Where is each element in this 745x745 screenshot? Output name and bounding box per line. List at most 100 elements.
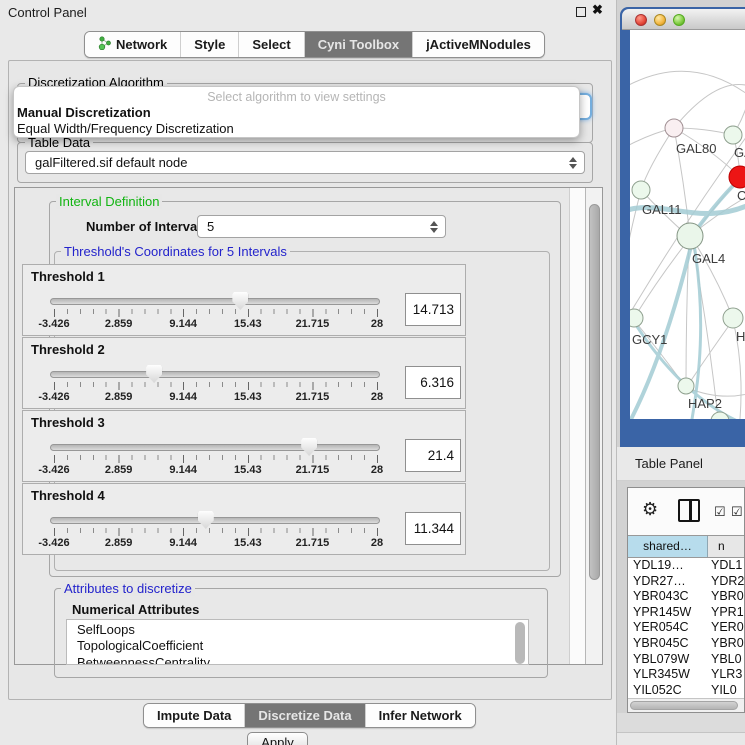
tab-discretize-data[interactable]: Discretize Data (245, 704, 365, 727)
threshold-4-slider-thumb[interactable] (198, 511, 214, 529)
table-row[interactable]: YPR145WYPR1 (628, 605, 744, 621)
table-row[interactable]: YDL19…YDL1 (628, 558, 744, 574)
zoom-traffic-light-icon[interactable] (673, 14, 685, 26)
threshold-3-title: Threshold 3 (31, 415, 105, 430)
cell: YPR145W (628, 605, 708, 621)
network-canvas[interactable]: GAL80 GA C GAL11 GAL4 GCY1 H HAP2 (630, 30, 745, 419)
threshold-3-slider-track[interactable] (50, 444, 380, 451)
list-item[interactable]: TopologicalCoefficient (67, 637, 528, 654)
node-partial-top[interactable] (724, 126, 742, 144)
close-traffic-light-icon[interactable] (635, 14, 647, 26)
table-panel-title: Table Panel (635, 456, 703, 471)
node-gal11[interactable] (632, 181, 650, 199)
table-row[interactable]: YBR045CYBR0 (628, 636, 744, 652)
table-data-combobox[interactable]: galFiltered.sif default node (25, 151, 585, 174)
column-header-shared-name[interactable]: shared… (628, 536, 708, 557)
vertical-scrollbar[interactable] (585, 188, 602, 664)
tick-label: 2.859 (105, 464, 133, 476)
slider-major-ticks (54, 455, 378, 463)
threshold-2-value-field[interactable]: 6.316 (405, 366, 461, 399)
tab-jactivemnodules[interactable]: jActiveMNodules (413, 32, 544, 57)
threshold-1-slider-thumb[interactable] (232, 292, 248, 310)
vertical-scrollbar-thumb[interactable] (589, 204, 600, 580)
dropdown-option-equal-width[interactable]: Equal Width/Frequency Discretization (14, 120, 579, 136)
control-panel: Control Panel ✖ Network Style Sel (0, 0, 617, 745)
threshold-1-slider-track[interactable] (50, 298, 380, 305)
apply-button[interactable]: Apply (247, 732, 308, 745)
tab-style[interactable]: Style (181, 32, 239, 57)
scroll-viewport-gap (569, 188, 585, 664)
table-row[interactable]: YBR043CYBR0 (628, 589, 744, 605)
tick-label: 21.715 (296, 464, 330, 476)
horizontal-scrollbar[interactable] (628, 698, 744, 712)
tick-label: 9.144 (169, 391, 197, 403)
cyni-panel: Discretization Algorithm Select algorith… (8, 60, 612, 700)
node-label: GAL11 (642, 202, 682, 217)
tick-label: 28 (371, 318, 383, 330)
node-gcy1[interactable] (630, 309, 643, 327)
bottom-right-strip (617, 733, 745, 745)
tab-network[interactable]: Network (85, 32, 181, 57)
stepper-arrows-icon (569, 157, 577, 169)
node-partial-right[interactable] (723, 308, 743, 328)
node-label: H (736, 329, 745, 344)
threshold-3-slider-thumb[interactable] (301, 438, 317, 456)
threshold-2-slider-thumb[interactable] (146, 365, 162, 383)
tab-cyni-toolbox[interactable]: Cyni Toolbox (305, 32, 413, 57)
slider-tick-labels: -3.4262.8599.14415.4321.71528 (50, 537, 380, 550)
checkbox-icon[interactable]: ☑ (714, 504, 726, 520)
node-partial-bottom[interactable] (711, 412, 729, 419)
slider-major-ticks (54, 528, 378, 536)
network-window-titlebar[interactable] (622, 9, 745, 30)
threshold-3-panel: Threshold 3 -3.4262.8599.14415.4321.7152… (22, 410, 466, 482)
table-body: YDL19…YDL1 YDR27…YDR2 YBR043CYBR0 YPR145… (628, 558, 744, 698)
numerical-attributes-list: SelfLoops TopologicalCoefficient Between… (66, 619, 529, 665)
top-tab-bar: Network Style Select Cyni Toolbox jActiv… (84, 31, 545, 58)
list-scrollbar-thumb[interactable] (515, 622, 525, 664)
table-row[interactable]: YBL079WYBL0 (628, 652, 744, 668)
horizontal-scrollbar-thumb[interactable] (630, 701, 738, 710)
float-window-icon[interactable] (576, 7, 586, 17)
node-hap2[interactable] (678, 378, 694, 394)
threshold-2-slider-track[interactable] (50, 371, 380, 378)
tab-label: Discretize Data (258, 708, 351, 723)
column-header-name[interactable]: n (708, 536, 744, 557)
tab-select[interactable]: Select (239, 32, 304, 57)
minimize-traffic-light-icon[interactable] (654, 14, 666, 26)
table-row[interactable]: YER054CYER0 (628, 620, 744, 636)
tick-label: 28 (371, 464, 383, 476)
node-label: GAL80 (676, 141, 716, 156)
table-row[interactable]: YLR345WYLR3 (628, 667, 744, 683)
table-row[interactable]: YDR27…YDR2 (628, 574, 744, 590)
number-of-intervals-combobox[interactable]: 5 (197, 215, 446, 238)
node-gal4[interactable] (677, 223, 703, 249)
dropdown-option-manual[interactable]: Manual Discretization (14, 104, 579, 120)
stepper-arrows-icon (430, 221, 438, 233)
tab-infer-network[interactable]: Infer Network (366, 704, 475, 727)
threshold-3-value-field[interactable]: 21.4 (405, 439, 461, 472)
threshold-1-value-field[interactable]: 14.713 (405, 293, 461, 326)
gear-icon[interactable]: ⚙ (642, 499, 658, 520)
tab-impute-data[interactable]: Impute Data (144, 704, 245, 727)
tick-label: 15.43 (234, 391, 262, 403)
list-item[interactable]: BetweennessCentrality (67, 653, 528, 665)
checkbox-icon[interactable]: ☑ (731, 504, 743, 520)
threshold-4-slider-track[interactable] (50, 517, 380, 524)
node-gal80[interactable] (665, 119, 683, 137)
tab-label: Cyni Toolbox (318, 37, 399, 52)
slider-major-ticks (54, 382, 378, 390)
threshold-4-value-field[interactable]: 11.344 (405, 512, 461, 545)
cell: YLR3 (708, 667, 744, 683)
table-data-value: galFiltered.sif default node (35, 155, 187, 170)
cell: YLR345W (628, 667, 708, 683)
number-of-intervals-label: Number of Intervals (86, 219, 208, 234)
cell: YDL19… (628, 558, 708, 574)
close-icon[interactable]: ✖ (592, 2, 603, 18)
cell: YBR0 (708, 589, 744, 605)
tick-label: 15.43 (234, 464, 262, 476)
thresholds-group-label: Threshold's Coordinates for 5 Intervals (61, 244, 290, 259)
node-label: GAL4 (692, 251, 725, 266)
split-columns-icon[interactable] (678, 499, 700, 522)
table-row[interactable]: YIL052CYIL0 (628, 683, 744, 698)
list-item[interactable]: SelfLoops (67, 620, 528, 637)
